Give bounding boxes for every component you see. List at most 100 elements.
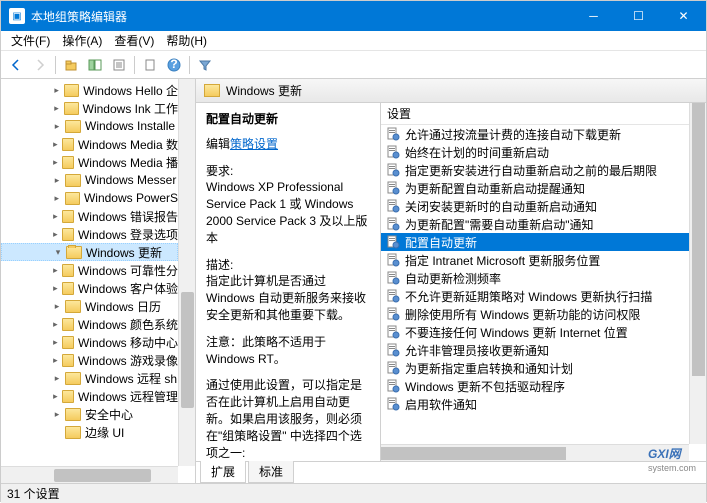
up-level-button[interactable] [60, 54, 82, 76]
setting-item[interactable]: 为更新指定重启转换和通知计划 [381, 359, 689, 377]
tree-item[interactable]: ▸Windows Hello 企 [1, 81, 178, 99]
help-button[interactable]: ? [163, 54, 185, 76]
nav-forward-button[interactable] [29, 54, 51, 76]
setting-item[interactable]: 指定 Intranet Microsoft 更新服务位置 [381, 251, 689, 269]
setting-item[interactable]: 不允许更新延期策略对 Windows 更新执行扫描 [381, 287, 689, 305]
policy-icon [385, 271, 401, 285]
show-hide-tree-button[interactable] [84, 54, 106, 76]
tab-standard[interactable]: 标准 [248, 461, 294, 483]
scrollbar-thumb[interactable] [181, 292, 194, 408]
menu-view[interactable]: 查看(V) [108, 30, 160, 51]
setting-item[interactable]: 自动更新检测频率 [381, 269, 689, 287]
window-titlebar: ▣ 本地组策略编辑器 ─ ☐ ✕ [1, 1, 706, 31]
tree-item[interactable]: ▾Windows 更新 [1, 243, 178, 261]
setting-item[interactable]: 启用软件通知 [381, 395, 689, 413]
settings-column-header[interactable]: 设置 [381, 103, 706, 125]
nav-back-button[interactable] [5, 54, 27, 76]
expand-icon[interactable] [51, 426, 63, 438]
tree-horizontal-scrollbar[interactable] [1, 466, 178, 483]
expand-icon[interactable]: ▸ [51, 300, 63, 312]
expand-icon[interactable]: ▸ [51, 318, 60, 330]
filter-button[interactable] [194, 54, 216, 76]
tree-item[interactable]: ▸Windows 客户体验 [1, 279, 178, 297]
tree-item[interactable]: ▸Windows 远程 sh [1, 369, 178, 387]
tree-item[interactable]: ▸Windows 远程管理 [1, 387, 178, 405]
tree-item[interactable]: ▸Windows 游戏录像 [1, 351, 178, 369]
setting-item[interactable]: 配置自动更新 [381, 233, 689, 251]
setting-item[interactable]: 允许非管理员接收更新通知 [381, 341, 689, 359]
settings-vertical-scrollbar[interactable] [689, 103, 706, 444]
menu-file[interactable]: 文件(F) [5, 30, 56, 51]
tree-item[interactable]: ▸Windows Messer [1, 171, 178, 189]
tree-item[interactable]: ▸ Windows Installe [1, 117, 178, 135]
tree-item[interactable]: ▸Windows Media 数 [1, 135, 178, 153]
tree-item-label: Windows Installe [85, 119, 175, 133]
setting-item[interactable]: Windows 更新不包括驱动程序 [381, 377, 689, 395]
expand-icon[interactable]: ▸ [51, 336, 60, 348]
properties-button[interactable] [108, 54, 130, 76]
setting-label: 不要连接任何 Windows 更新 Internet 位置 [405, 324, 628, 341]
expand-icon[interactable]: ▸ [51, 354, 60, 366]
requirements-text: Windows XP Professional Service Pack 1 或… [206, 180, 367, 244]
expand-icon[interactable]: ▸ [51, 174, 63, 186]
tree-item[interactable]: ▸Windows Media 播 [1, 153, 178, 171]
toolbar-separator [134, 56, 135, 74]
tree-item[interactable]: ▸Windows 错误报告 [1, 207, 178, 225]
settings-list[interactable]: 允许通过按流量计费的连接自动下载更新始终在计划的时间重新启动指定更新安装进行自动… [381, 125, 706, 461]
tree-item[interactable]: ▸Windows 颜色系统 [1, 315, 178, 333]
setting-item[interactable]: 为更新配置自动重新启动提醒通知 [381, 179, 689, 197]
tree-item[interactable]: ▸ Windows 移动中心 [1, 333, 178, 351]
tree-item[interactable]: ▸Windows PowerS [1, 189, 178, 207]
setting-item[interactable]: 删除使用所有 Windows 更新功能的访问权限 [381, 305, 689, 323]
policy-icon [385, 379, 401, 393]
setting-item[interactable]: 为更新配置"需要自动重新启动"通知 [381, 215, 689, 233]
setting-item[interactable]: 允许通过按流量计费的连接自动下载更新 [381, 125, 689, 143]
tree-item[interactable]: 边缘 UI [1, 423, 178, 441]
expand-icon[interactable]: ▸ [51, 84, 62, 96]
setting-item[interactable]: 不要连接任何 Windows 更新 Internet 位置 [381, 323, 689, 341]
setting-label: 启用软件通知 [405, 396, 477, 413]
collapse-icon[interactable]: ▾ [52, 246, 64, 258]
tree-item[interactable]: ▸Windows Ink 工作 [1, 99, 178, 117]
expand-icon[interactable]: ▸ [51, 408, 63, 420]
close-button[interactable]: ✕ [661, 1, 706, 31]
folder-icon [62, 156, 74, 169]
main-content: ▸Windows Hello 企▸Windows Ink 工作▸Windows … [1, 79, 706, 483]
tree-vertical-scrollbar[interactable] [178, 79, 195, 466]
expand-icon[interactable]: ▸ [51, 156, 60, 168]
expand-icon[interactable]: ▸ [51, 192, 63, 204]
tree-item-label: Windows 可靠性分 [78, 262, 178, 279]
expand-icon[interactable]: ▸ [51, 102, 62, 114]
tab-extended[interactable]: 扩展 [200, 461, 246, 483]
setting-item[interactable]: 始终在计划的时间重新启动 [381, 143, 689, 161]
expand-icon[interactable]: ▸ [51, 390, 60, 402]
tree-item[interactable]: ▸ Windows 可靠性分 [1, 261, 178, 279]
expand-icon[interactable]: ▸ [51, 372, 63, 384]
setting-item[interactable]: 指定更新安装进行自动重新启动之前的最后期限 [381, 161, 689, 179]
edit-policy-link[interactable]: 策略设置 [230, 137, 278, 151]
setting-item[interactable]: 关闭安装更新时的自动重新启动通知 [381, 197, 689, 215]
scrollbar-thumb[interactable] [692, 103, 705, 376]
menu-help[interactable]: 帮助(H) [160, 30, 213, 51]
scrollbar-thumb[interactable] [54, 469, 151, 482]
expand-icon[interactable]: ▸ [51, 120, 63, 132]
navigation-tree[interactable]: ▸Windows Hello 企▸Windows Ink 工作▸Windows … [1, 79, 196, 483]
minimize-button[interactable]: ─ [571, 1, 616, 31]
scrollbar-thumb[interactable] [381, 447, 566, 460]
policy-icon [385, 307, 401, 321]
maximize-button[interactable]: ☐ [616, 1, 661, 31]
tree-item[interactable]: ▸Windows 登录选项 [1, 225, 178, 243]
settings-horizontal-scrollbar[interactable] [381, 444, 689, 461]
export-list-button[interactable] [139, 54, 161, 76]
menu-action[interactable]: 操作(A) [56, 30, 108, 51]
expand-icon[interactable]: ▸ [51, 138, 60, 150]
folder-icon [64, 84, 79, 97]
tree-item[interactable]: ▸安全中心 [1, 405, 178, 423]
tree-item-label: Windows 移动中心 [78, 334, 178, 351]
view-tabs: 扩展标准 [196, 461, 706, 483]
expand-icon[interactable]: ▸ [51, 210, 60, 222]
expand-icon[interactable]: ▸ [51, 228, 60, 240]
expand-icon[interactable]: ▸ [51, 282, 60, 294]
tree-item[interactable]: ▸Windows 日历 [1, 297, 178, 315]
expand-icon[interactable]: ▸ [51, 264, 60, 276]
